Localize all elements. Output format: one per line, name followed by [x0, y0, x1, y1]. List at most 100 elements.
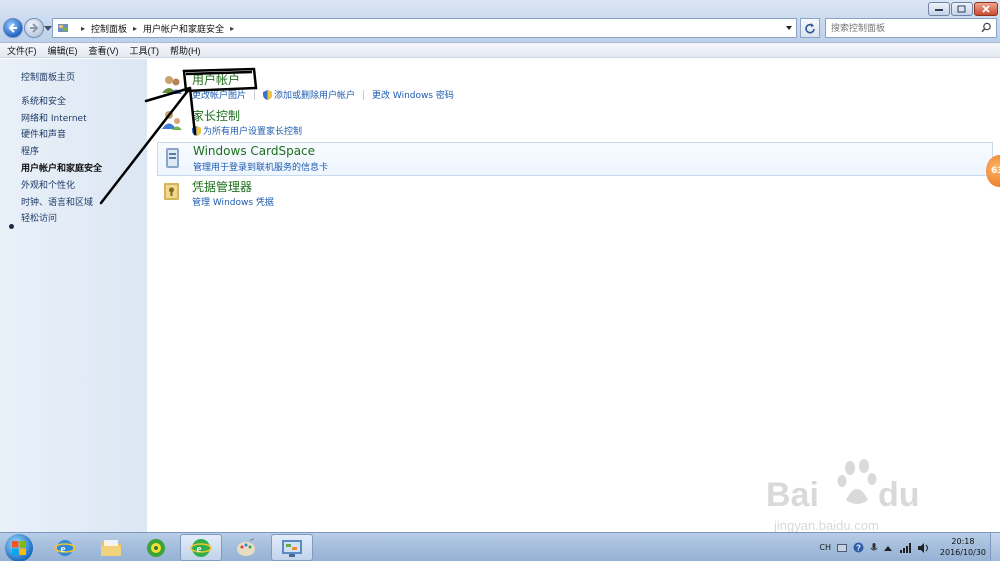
search-icon[interactable]	[981, 22, 992, 33]
menu-edit[interactable]: 编辑(E)	[48, 44, 78, 57]
search-box[interactable]	[825, 18, 997, 38]
browser-icon: e	[190, 538, 212, 557]
breadcrumb-separator[interactable]: ▸	[230, 24, 234, 33]
setup-parental-controls-task[interactable]: 为所有用户设置家长控制	[192, 124, 302, 137]
address-dropdown-icon[interactable]	[786, 26, 792, 30]
close-icon	[982, 5, 990, 13]
user-accounts-title[interactable]: 用户帐户	[192, 71, 240, 88]
refresh-icon	[805, 23, 815, 34]
category-credential-manager: 凭据管理器 管理 Windows 凭据	[157, 178, 993, 210]
menu-view[interactable]: 查看(V)	[89, 44, 119, 57]
add-remove-users-link[interactable]: 添加或删除用户帐户	[274, 88, 355, 101]
back-button[interactable]	[3, 18, 23, 38]
show-desktop-button[interactable]	[990, 533, 1000, 561]
sidebar-item-system-security[interactable]: 系统和安全	[21, 94, 66, 107]
task-divider	[363, 89, 365, 100]
taskbar-browser[interactable]: e	[180, 534, 222, 561]
system-tray: CH ?	[819, 533, 930, 561]
minimize-button[interactable]	[928, 2, 950, 16]
users-icon	[162, 76, 182, 94]
parental-control-icon	[162, 111, 182, 130]
start-button[interactable]	[5, 534, 33, 561]
svg-text:?: ?	[856, 544, 861, 553]
folder-icon	[101, 539, 121, 556]
volume-icon[interactable]	[918, 542, 930, 553]
sidebar-item-network[interactable]: 网络和 Internet	[21, 111, 87, 124]
address-bar[interactable]: ▸ 控制面板 ▸ 用户帐户和家庭安全 ▸	[52, 18, 797, 38]
parental-controls-tasks: 为所有用户设置家长控制	[192, 124, 302, 137]
music-app-icon	[147, 538, 165, 557]
change-password-link[interactable]: 更改 Windows 密码	[372, 88, 454, 101]
control-panel-window-icon	[282, 539, 302, 557]
search-input[interactable]	[831, 23, 976, 33]
user-accounts-tasks: 更改帐户图片 添加或删除用户帐户 更改 Windows 密码	[192, 88, 454, 101]
close-button[interactable]	[974, 2, 998, 16]
network-signal-icon[interactable]	[900, 542, 912, 553]
baidu-watermark: Bai du jingyan.baidu.com	[766, 456, 946, 538]
cardspace-tasks: 管理用于登录到联机服务的信息卡	[193, 160, 328, 173]
forward-button[interactable]	[24, 18, 44, 38]
taskbar-ie[interactable]: e	[44, 534, 86, 561]
sidebar-item-hardware-sound[interactable]: 硬件和声音	[21, 127, 66, 140]
uac-shield-icon	[263, 89, 273, 100]
category-cardspace[interactable]: Windows CardSpace 管理用于登录到联机服务的信息卡	[157, 142, 993, 176]
parental-controls-title[interactable]: 家长控制	[192, 107, 240, 124]
svg-text:e: e	[61, 543, 66, 555]
svg-text:e: e	[197, 543, 202, 555]
breadcrumb-user-accounts[interactable]: 用户帐户和家庭安全	[143, 22, 224, 35]
forward-arrow-icon	[30, 23, 39, 33]
sidebar-home-link[interactable]: 控制面板主页	[21, 70, 75, 83]
sidebar-item-programs[interactable]: 程序	[21, 144, 39, 157]
svg-text:Bai: Bai	[766, 476, 819, 514]
baidu-logo-icon: Bai du jingyan.baidu.com	[766, 459, 920, 533]
add-remove-users-task[interactable]: 添加或删除用户帐户	[263, 88, 355, 101]
uac-shield-icon	[192, 125, 201, 136]
cardspace-icon	[166, 148, 179, 168]
breadcrumb-separator: ▸	[133, 23, 138, 33]
restore-icon	[957, 5, 966, 13]
breadcrumb-separator: ▸	[81, 23, 86, 33]
recent-pages-dropdown[interactable]	[44, 26, 52, 31]
maximize-button[interactable]	[951, 2, 973, 16]
input-language-indicator[interactable]: CH	[819, 543, 831, 552]
back-arrow-icon	[8, 23, 17, 33]
sidebar-item-clock-language[interactable]: 时钟、语言和区域	[21, 195, 93, 208]
sidebar-item-ease-of-access[interactable]: 轻松访问	[21, 211, 57, 224]
credential-manager-title[interactable]: 凭据管理器	[192, 178, 252, 195]
breadcrumb-control-panel[interactable]: 控制面板	[91, 22, 127, 35]
show-hidden-icons-icon[interactable]	[884, 545, 892, 551]
paint-palette-icon	[237, 537, 255, 556]
menu-file[interactable]: 文件(F)	[7, 44, 37, 57]
refresh-button[interactable]	[800, 18, 820, 38]
credential-manager-tasks: 管理 Windows 凭据	[192, 195, 274, 208]
cardspace-title[interactable]: Windows CardSpace	[193, 144, 315, 158]
internet-explorer-icon: e	[54, 539, 76, 556]
microphone-icon[interactable]	[870, 542, 878, 553]
clock-date: 2016/10/30	[939, 548, 986, 557]
taskbar-explorer[interactable]	[90, 534, 132, 561]
manage-windows-credentials-link[interactable]: 管理 Windows 凭据	[192, 195, 274, 208]
svg-text:jingyan.baidu.com: jingyan.baidu.com	[773, 518, 879, 533]
sidebar-item-appearance[interactable]: 外观和个性化	[21, 178, 75, 191]
change-picture-link[interactable]: 更改帐户图片	[192, 88, 246, 101]
taskbar-clock[interactable]: 20:18 2016/10/30	[940, 536, 986, 558]
active-bullet-icon	[9, 224, 14, 229]
setup-parental-controls-link[interactable]: 为所有用户设置家长控制	[203, 124, 302, 137]
category-parental-controls: 家长控制 为所有用户设置家长控制	[157, 107, 993, 139]
taskbar-paint[interactable]	[225, 534, 267, 561]
title-bar: ▸ 控制面板 ▸ 用户帐户和家庭安全 ▸	[0, 0, 1000, 43]
menu-help[interactable]: 帮助(H)	[170, 44, 201, 57]
menu-tools[interactable]: 工具(T)	[130, 44, 160, 57]
sidebar: 控制面板主页 系统和安全 网络和 Internet 硬件和声音 程序 用户帐户和…	[0, 59, 147, 532]
sidebar-item-user-accounts[interactable]: 用户帐户和家庭安全	[21, 161, 102, 174]
help-icon[interactable]: ?	[853, 542, 864, 553]
keyboard-icon[interactable]	[837, 543, 847, 552]
control-panel-icon	[58, 24, 68, 32]
taskbar-music-app[interactable]	[135, 534, 177, 561]
menu-bar: 文件(F) 编辑(E) 查看(V) 工具(T) 帮助(H)	[0, 43, 1000, 58]
windows-logo-icon	[12, 541, 26, 555]
clock-time: 20:18	[951, 537, 975, 546]
svg-text:du: du	[878, 476, 920, 514]
taskbar-control-panel[interactable]	[271, 534, 313, 561]
manage-info-cards-link[interactable]: 管理用于登录到联机服务的信息卡	[193, 160, 328, 173]
